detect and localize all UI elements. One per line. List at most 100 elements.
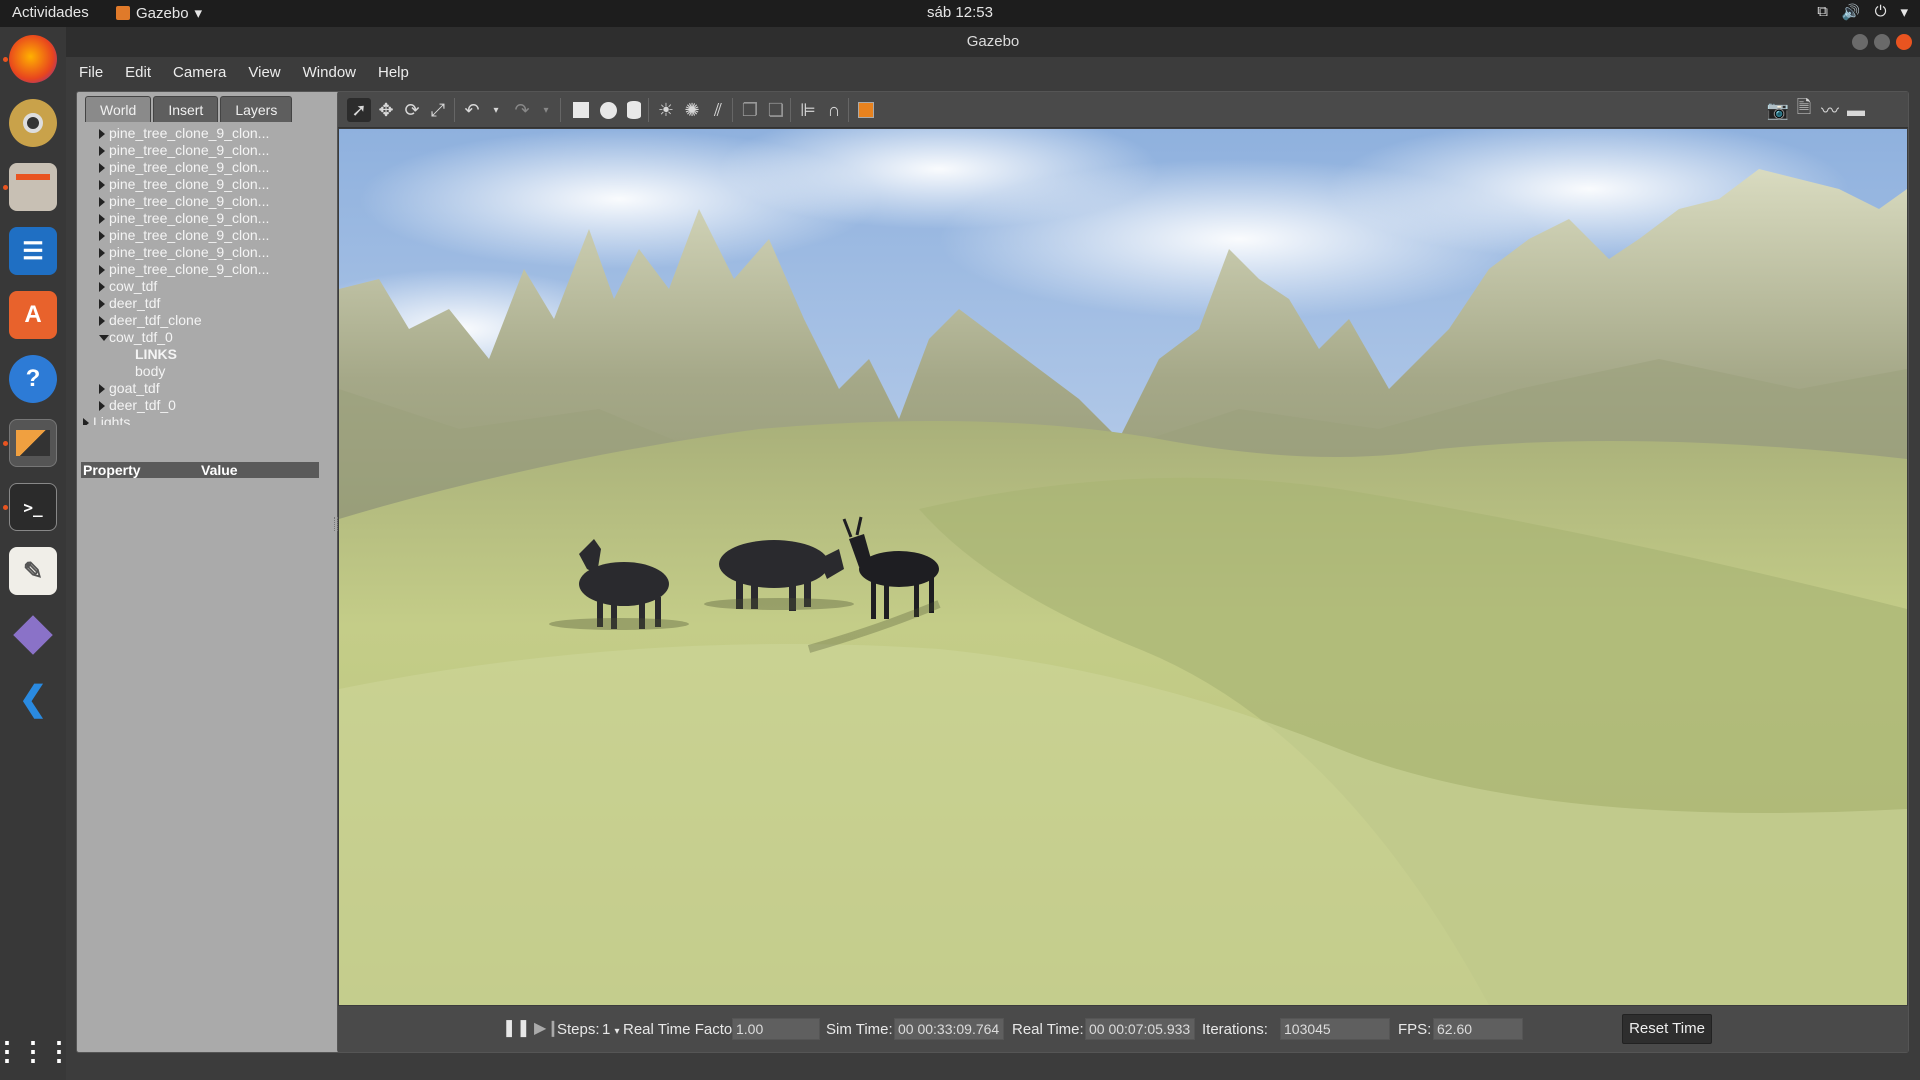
tree-item[interactable]: deer_tdf_clone — [83, 312, 333, 329]
window-title-bar[interactable]: Gazebo — [66, 27, 1920, 57]
collapsed-arrow-icon[interactable] — [99, 384, 105, 394]
undo-icon[interactable]: ↶ — [460, 98, 484, 122]
view-angle-icon[interactable] — [854, 98, 878, 122]
tree-item[interactable]: cow_tdf — [83, 278, 333, 295]
gazebo-icon[interactable] — [9, 419, 57, 467]
software-icon[interactable]: A — [9, 291, 57, 339]
log-icon[interactable]: 🗎 — [1792, 97, 1816, 122]
tree-item[interactable]: pine_tree_clone_9_clon... — [83, 193, 333, 210]
app-menu-button[interactable]: Gazebo ▾ — [116, 4, 202, 22]
menu-edit[interactable]: Edit — [125, 64, 151, 81]
menu-file[interactable]: File — [79, 64, 103, 81]
plot-icon[interactable]: 〰 — [1818, 98, 1842, 122]
system-tray[interactable]: ⧉ 🔊 ⏻ ▾ — [1817, 3, 1908, 21]
scene-viewport[interactable] — [339, 129, 1907, 1005]
translate-icon[interactable]: ✥ — [374, 98, 398, 122]
redo-dropdown-icon[interactable]: ▾ — [534, 98, 558, 122]
steps-select[interactable]: 1 ▾ — [602, 1021, 620, 1038]
step-icon[interactable]: ▶❙ — [534, 1018, 560, 1038]
pause-icon[interactable]: ❚❚ — [502, 1018, 531, 1038]
tree-item[interactable]: goat_tdf — [83, 380, 333, 397]
spot-light-icon[interactable]: ✺ — [680, 98, 704, 122]
reset-time-button[interactable]: Reset Time — [1622, 1014, 1712, 1044]
tree-item[interactable]: pine_tree_clone_9_clon... — [83, 244, 333, 261]
firefox-icon[interactable] — [9, 35, 57, 83]
sphere-shape-icon[interactable] — [596, 98, 620, 122]
menu-camera[interactable]: Camera — [173, 64, 226, 81]
menu-window[interactable]: Window — [303, 64, 356, 81]
tree-item[interactable]: cow_tdf_0 — [83, 329, 333, 346]
tree-item[interactable]: body — [83, 363, 333, 380]
maximize-icon[interactable] — [1874, 34, 1890, 50]
tree-item[interactable]: deer_tdf_0 — [83, 397, 333, 414]
collapsed-arrow-icon[interactable] — [99, 316, 105, 326]
menu-view[interactable]: View — [248, 64, 280, 81]
power-icon[interactable]: ⏻ — [1875, 3, 1887, 21]
redo-icon[interactable]: ↷ — [510, 98, 534, 122]
point-light-icon[interactable]: ☀ — [654, 98, 678, 122]
running-indicator — [3, 57, 8, 62]
iterations-label: Iterations: — [1202, 1021, 1268, 1038]
activities-button[interactable]: Actividades — [12, 4, 89, 21]
select-arrow-icon[interactable]: ➚ — [347, 98, 371, 122]
tree-item[interactable]: pine_tree_clone_9_clon... — [83, 176, 333, 193]
tree-item-label: pine_tree_clone_9_clon... — [109, 125, 270, 141]
help-icon[interactable]: ? — [9, 355, 57, 403]
menu-help[interactable]: Help — [378, 64, 409, 81]
collapsed-arrow-icon[interactable] — [99, 282, 105, 292]
show-apps-icon[interactable]: ⋮⋮⋮ — [0, 1027, 72, 1075]
tree-item[interactable]: pine_tree_clone_9_clon... — [83, 159, 333, 176]
snap-icon[interactable]: ∩ — [822, 98, 846, 122]
text-editor-icon[interactable]: ✎ — [9, 547, 57, 595]
tree-item[interactable]: pine_tree_clone_9_clon... — [83, 261, 333, 278]
video-record-icon[interactable]: ▬ — [1844, 98, 1868, 122]
tree-item[interactable]: pine_tree_clone_9_clon... — [83, 142, 333, 159]
tree-item[interactable]: deer_tdf — [83, 295, 333, 312]
collapsed-arrow-icon[interactable] — [99, 231, 105, 241]
clock[interactable]: sáb 12:53 — [0, 4, 1920, 21]
copy-icon[interactable]: ❐ — [738, 98, 762, 122]
collapsed-arrow-icon[interactable] — [99, 299, 105, 309]
undo-dropdown-icon[interactable]: ▾ — [484, 98, 508, 122]
panel-splitter[interactable] — [334, 517, 338, 531]
collapsed-arrow-icon[interactable] — [99, 163, 105, 173]
screenshot-icon[interactable]: 📷 — [1766, 98, 1790, 122]
directional-light-icon[interactable]: ⫽ — [706, 98, 730, 122]
rhythmbox-icon[interactable] — [9, 99, 57, 147]
tree-item[interactable]: pine_tree_clone_9_clon... — [83, 125, 333, 142]
tab-layers[interactable]: Layers — [220, 96, 293, 122]
close-icon[interactable] — [1896, 34, 1912, 50]
chevron-down-icon[interactable]: ▾ — [1900, 3, 1908, 21]
collapsed-arrow-icon[interactable] — [99, 146, 105, 156]
minimize-icon[interactable] — [1852, 34, 1868, 50]
rotate-icon[interactable]: ⟳ — [400, 98, 424, 122]
collapsed-arrow-icon[interactable] — [99, 265, 105, 275]
align-icon[interactable]: ⊫ — [796, 98, 820, 122]
tree-item[interactable]: pine_tree_clone_9_clon... — [83, 227, 333, 244]
network-icon[interactable]: ⧉ — [1817, 3, 1828, 21]
cylinder-shape-icon[interactable] — [622, 98, 646, 122]
tree-item[interactable]: pine_tree_clone_9_clon... — [83, 210, 333, 227]
volume-icon[interactable]: 🔊 — [1842, 3, 1861, 21]
unknown-app-icon[interactable] — [9, 611, 57, 659]
tree-item[interactable]: LINKS — [83, 346, 333, 363]
collapsed-arrow-icon[interactable] — [99, 214, 105, 224]
box-shape-icon[interactable] — [569, 98, 593, 122]
scale-icon[interactable]: ⤢ — [426, 98, 450, 122]
tab-insert[interactable]: Insert — [153, 96, 219, 122]
paste-icon[interactable]: ❏ — [764, 98, 788, 122]
collapsed-arrow-icon[interactable] — [99, 197, 105, 207]
tab-world[interactable]: World — [85, 96, 152, 122]
writer-icon[interactable]: ☰ — [9, 227, 57, 275]
collapsed-arrow-icon[interactable] — [83, 418, 89, 425]
collapsed-arrow-icon[interactable] — [99, 180, 105, 190]
vscode-icon[interactable]: ❮ — [9, 675, 57, 723]
collapsed-arrow-icon[interactable] — [99, 248, 105, 258]
running-indicator — [3, 441, 8, 446]
collapsed-arrow-icon[interactable] — [99, 129, 105, 139]
tree-item[interactable]: Lights — [83, 414, 333, 425]
collapsed-arrow-icon[interactable] — [99, 401, 105, 411]
terminal-icon[interactable]: >_ — [9, 483, 57, 531]
files-icon[interactable] — [9, 163, 57, 211]
expanded-arrow-icon[interactable] — [99, 335, 109, 341]
